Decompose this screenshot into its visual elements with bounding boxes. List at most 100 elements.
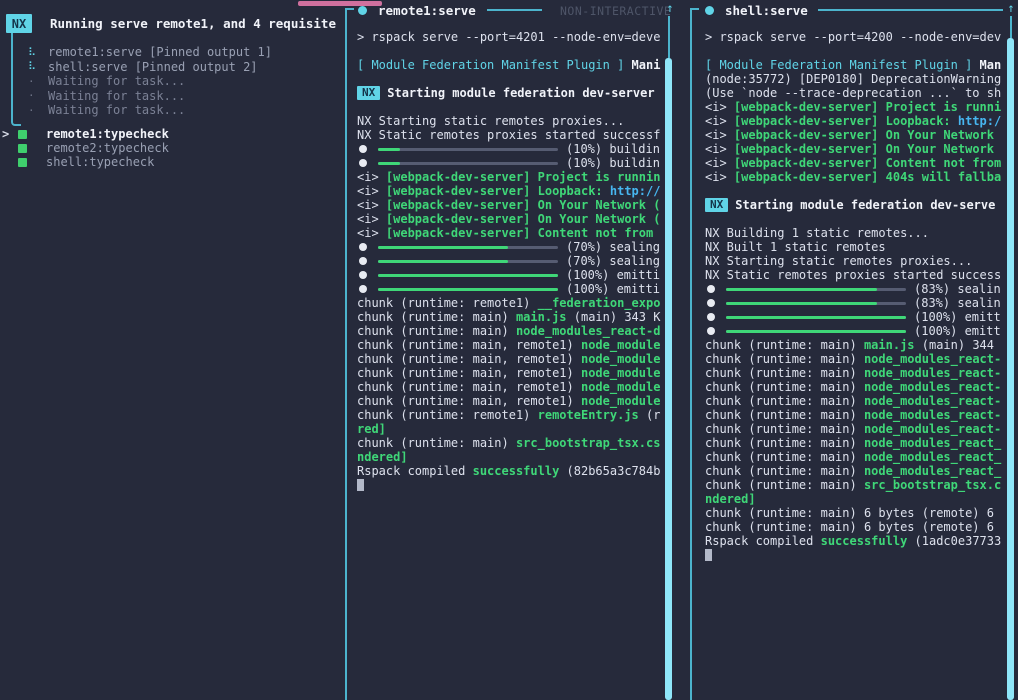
terminal-line: <i> [webpack-dev-server] Loopback: http:…: [357, 184, 669, 198]
typecheck-list: >remote1:typecheckremote2:typecheckshell…: [0, 127, 340, 169]
task-list: ⠧remote1:serve [Pinned output 1]⠧shell:s…: [0, 45, 340, 118]
terminal-line: (83%) sealin: [705, 282, 1006, 296]
task-label: shell:serve [Pinned output 2]: [48, 60, 258, 74]
line-text: node_modules_react-: [864, 422, 1001, 436]
line-text: ndered]: [357, 450, 408, 464]
line-text: (82b65a3c784b: [559, 464, 660, 478]
terminal-line: <i> [webpack-dev-server] Content not fro…: [705, 156, 1006, 170]
terminal-line: chunk (runtime: main) node_modules_react…: [705, 422, 1006, 436]
terminal-line: <i> [webpack-dev-server] Project is runn…: [357, 170, 669, 184]
terminal-line: <i> [webpack-dev-server] Project is runn…: [705, 100, 1006, 114]
line-text: red]: [357, 422, 386, 436]
scrollbar-track[interactable]: [1010, 16, 1012, 38]
waiting-dot-icon: ·: [28, 75, 48, 88]
line-text: src_bootstrap_tsx.c: [864, 478, 1001, 492]
task-item[interactable]: ·Waiting for task...: [0, 74, 340, 89]
terminal-line: NX Static remotes proxies started succes…: [357, 128, 669, 142]
scrollbar-track[interactable]: [668, 16, 670, 58]
line-text: [webpack-dev-server] On Your Network (: [386, 198, 661, 212]
progress-bar: [378, 246, 558, 249]
line-text: chunk (runtime: main): [705, 422, 864, 436]
progress-fill: [726, 316, 906, 319]
line-text: chunk (runtime: main) 6 bytes (remote) 6: [705, 506, 994, 520]
terminal-line: [705, 212, 1006, 226]
line-text: src_bootstrap_tsx.cs: [516, 436, 661, 450]
terminal-line: (70%) sealing: [357, 254, 669, 268]
line-text: successfully: [473, 464, 560, 478]
line-text: chunk (runtime: main, remote1): [357, 394, 581, 408]
line-text: chunk (runtime: main): [705, 366, 864, 380]
terminal-cursor: [357, 479, 364, 491]
terminal-line: chunk (runtime: main) node_modules_react…: [705, 394, 1006, 408]
line-text: [webpack-dev-server] On Your Network: [734, 142, 994, 156]
line-text: main.js: [864, 338, 915, 352]
line-text: <i>: [705, 128, 734, 142]
pane-left-border: [345, 8, 347, 700]
task-list-title: Running serve remote1, and 4 requisite t…: [50, 16, 342, 32]
terminal-line: chunk (runtime: main, remote1) node_modu…: [357, 352, 669, 366]
line-text: NX Building 1 static remotes...: [705, 226, 929, 240]
progress-bar: [726, 288, 906, 291]
line-text: chunk (runtime: main): [357, 324, 516, 338]
line-text: Starting module federation dev-server: [387, 86, 654, 100]
line-text: NX Static remotes proxies started succes…: [705, 268, 1001, 282]
progress-bar: [726, 330, 906, 333]
line-text: [webpack-dev-server] Project is runnin: [386, 170, 661, 184]
progress-bullet-icon: [707, 299, 715, 307]
terminal-line: <i> [webpack-dev-server] Content not fro…: [357, 226, 669, 240]
scrollbar-thumb[interactable]: [665, 58, 672, 700]
line-text: (r: [639, 408, 661, 422]
typecheck-item[interactable]: >remote1:typecheck: [0, 127, 340, 141]
spinner-icon: ⠧: [28, 60, 48, 73]
line-text: chunk (runtime: main): [705, 380, 864, 394]
terminal-line: (100%) emitt: [705, 310, 1006, 324]
progress-label: (83%) sealin: [914, 282, 1001, 296]
line-text: chunk (runtime: main): [705, 450, 864, 464]
line-text: (Use `node --trace-deprecation ...` to s…: [705, 86, 1001, 100]
line-text: (main) 343 K: [567, 310, 661, 324]
task-item[interactable]: ⠧shell:serve [Pinned output 2]: [0, 60, 340, 75]
progress-fill: [378, 148, 400, 151]
line-text: [ Module Federation Manifest Plugin ]: [705, 58, 972, 72]
line-text: <i>: [357, 170, 386, 184]
progress-label: (100%) emitt: [914, 324, 1001, 338]
line-text: chunk (runtime: main): [705, 408, 864, 422]
line-text: chunk (runtime: main): [357, 310, 516, 324]
task-item[interactable]: ·Waiting for task...: [0, 103, 340, 118]
terminal-line: NX Starting static remotes proxies...: [357, 114, 669, 128]
line-text: chunk (runtime: remote1): [357, 296, 538, 310]
line-text: [972, 58, 979, 72]
line-text: [webpack-dev-server] Project is runni: [734, 100, 1001, 114]
terminal-line: [ Module Federation Manifest Plugin ] Ma…: [705, 58, 1006, 72]
line-text: chunk (runtime: main): [705, 394, 864, 408]
scroll-up-icon[interactable]: ↑: [1004, 1, 1018, 15]
task-item[interactable]: ⠧remote1:serve [Pinned output 1]: [0, 45, 340, 60]
typecheck-item[interactable]: remote2:typecheck: [0, 141, 340, 155]
line-text: chunk (runtime: main): [705, 464, 864, 478]
terminal-line: chunk (runtime: remote1) __federation_ex…: [357, 296, 669, 310]
terminal-line: <i> [webpack-dev-server] On Your Network: [705, 128, 1006, 142]
terminal-line: chunk (runtime: main) node_modules_react…: [705, 380, 1006, 394]
typecheck-item[interactable]: shell:typecheck: [0, 155, 340, 169]
typecheck-label: shell:typecheck: [46, 155, 154, 169]
line-text: node_module: [581, 352, 660, 366]
terminal-line: chunk (runtime: main) src_bootstrap_tsx.…: [705, 478, 1006, 492]
terminal-line: [357, 100, 669, 114]
line-text: Man: [980, 58, 1002, 72]
line-text: <i>: [705, 142, 734, 156]
terminal-line: (10%) buildin: [357, 156, 669, 170]
waiting-dot-icon: ·: [28, 89, 48, 102]
nx-logo-badge: NX: [6, 14, 32, 33]
progress-bullet-icon: [359, 243, 367, 251]
pane-title: shell:serve: [725, 3, 808, 18]
scroll-up-icon[interactable]: ↑: [663, 1, 677, 15]
scrollbar-thumb[interactable]: [1007, 38, 1014, 700]
top-accent-bar: [298, 1, 382, 6]
task-item[interactable]: ·Waiting for task...: [0, 89, 340, 104]
line-text: <i>: [705, 170, 734, 184]
terminal-line: (100%) emitti: [357, 268, 669, 282]
terminal-line: <i> [webpack-dev-server] 404s will fallb…: [705, 170, 1006, 184]
line-text: remoteEntry.js: [538, 408, 639, 422]
progress-bar: [378, 274, 558, 277]
status-square-icon: [18, 130, 27, 139]
